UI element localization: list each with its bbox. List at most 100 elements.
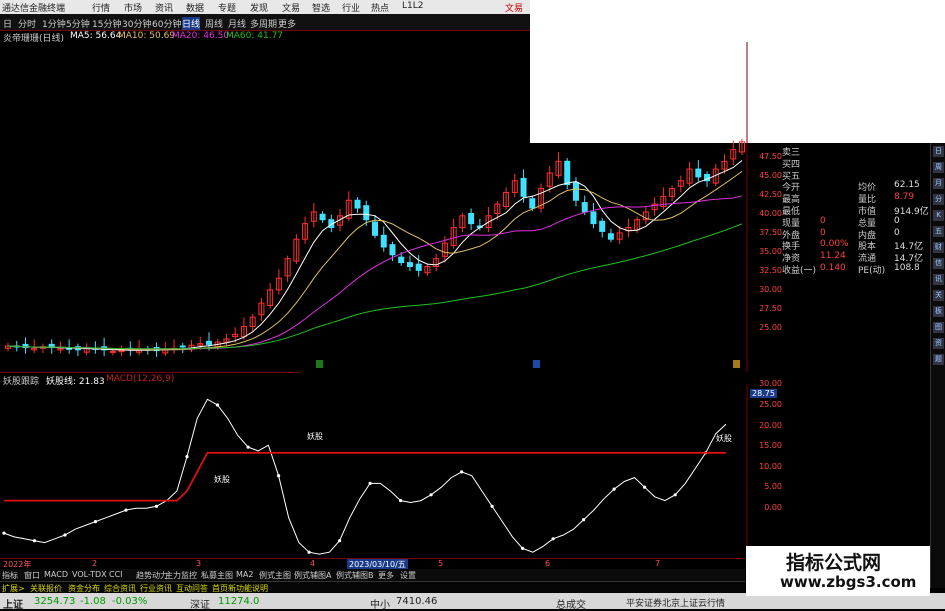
period-tab[interactable]: 5分钟	[66, 17, 90, 30]
menu-item[interactable]: 热点	[371, 1, 389, 14]
candle[interactable]	[205, 340, 212, 345]
indicator-tab[interactable]: MACD	[44, 570, 68, 579]
indicator-tab[interactable]: 更多	[378, 570, 394, 581]
indicator-tab[interactable]: 主力监控	[165, 570, 197, 581]
candle[interactable]	[468, 212, 475, 225]
candle[interactable]	[695, 168, 702, 178]
menu-item[interactable]: 发现	[250, 1, 268, 14]
ma-line-ma60	[7, 223, 743, 350]
candle[interactable]	[607, 233, 614, 240]
candle[interactable]	[564, 160, 571, 186]
quote-row: 买四	[782, 157, 928, 170]
yaogu-line	[3, 398, 727, 555]
menu-item-right[interactable]: 文易	[505, 1, 523, 14]
candle[interactable]	[389, 244, 396, 256]
yaogu-signal-label: 妖股	[214, 474, 230, 484]
candle[interactable]	[529, 198, 536, 209]
title-bar: 通达信金融终端 行情 市场 资讯 数据 专题 发现 文易 智选 行业 热点 L1…	[0, 0, 530, 14]
tool-button[interactable]: 财	[933, 242, 944, 253]
yaogu-point	[215, 403, 220, 407]
candle[interactable]	[599, 220, 606, 232]
indicator-tab[interactable]: MA2	[236, 570, 253, 579]
candlestick-chart[interactable]	[0, 42, 750, 372]
period-tab[interactable]: 15分钟	[92, 17, 121, 30]
menu-item[interactable]: 资讯	[155, 1, 173, 14]
yaogu-signal-label: 妖股	[716, 433, 732, 443]
period-tab[interactable]: 30分钟	[122, 17, 151, 30]
sz-index-value: 11274.0	[218, 596, 260, 607]
quote-cell: 0	[820, 215, 826, 226]
indicator-tab[interactable]: VOL-TDX	[72, 570, 107, 579]
candle[interactable]	[372, 221, 378, 236]
period-tab[interactable]: 月线	[228, 17, 246, 30]
axis-label: 45.00	[759, 171, 782, 180]
period-tab-active[interactable]: 日线	[182, 17, 201, 30]
menu-item[interactable]: 市场	[124, 1, 142, 14]
date-label: 3	[196, 559, 202, 568]
tool-button[interactable]: 板	[933, 306, 944, 317]
candle[interactable]	[406, 262, 413, 267]
menu-item[interactable]: 数据	[186, 1, 204, 14]
candle[interactable]	[581, 202, 588, 213]
tool-button[interactable]: K	[933, 210, 944, 221]
indicator-tab[interactable]: 例式辅图A	[294, 570, 331, 581]
tool-button[interactable]: 资	[933, 338, 944, 349]
yaogu-point	[32, 539, 37, 543]
menu-item[interactable]: 智选	[312, 1, 330, 14]
tool-button[interactable]: 图	[933, 322, 944, 333]
candle[interactable]	[179, 345, 186, 348]
tool-button[interactable]: 讯	[933, 274, 944, 285]
tool-button[interactable]: 信	[933, 258, 944, 269]
indicator-tab[interactable]: 例式辅图B	[336, 570, 374, 581]
axis-label: 0.00	[764, 503, 782, 512]
quote-cell: 0.140	[820, 263, 846, 273]
candle[interactable]	[363, 205, 370, 221]
tool-button[interactable]: 关	[933, 290, 944, 301]
menu-item[interactable]: 行业	[342, 1, 360, 14]
candle[interactable]	[572, 181, 579, 201]
period-tab[interactable]: 1分钟	[42, 17, 66, 30]
signal-marker	[533, 360, 540, 368]
candle[interactable]	[118, 350, 125, 353]
candle[interactable]	[590, 211, 597, 225]
tool-button[interactable]: 日	[933, 146, 944, 157]
candle[interactable]	[520, 177, 527, 197]
ma-info-bar: 炎帝珊珊(日线) MA5: 56.64 MA10: 50.69 MA20: 46…	[0, 30, 530, 44]
candle[interactable]	[398, 256, 405, 264]
menu-item[interactable]: 文易	[282, 1, 300, 14]
quote-row: 今开 均价 62.15	[782, 180, 928, 193]
indicator-tab[interactable]: 例式主图	[259, 570, 291, 581]
period-day-icon[interactable]: 日	[3, 17, 12, 30]
menu-item[interactable]: 专题	[218, 1, 236, 14]
tool-button[interactable]: 五	[933, 226, 944, 237]
candle[interactable]	[354, 199, 361, 209]
tool-button[interactable]: 周	[933, 162, 944, 173]
axis-label: 27.50	[759, 304, 782, 313]
tool-button[interactable]: 月	[933, 178, 944, 189]
period-tab[interactable]: 周线	[205, 17, 223, 30]
indicator-tab[interactable]: 指标	[2, 570, 18, 581]
quote-cell: 收益(一)	[782, 266, 817, 276]
quote-row: 净资 11.24 流通 14.7亿	[782, 251, 928, 264]
quote-row: 最高 量比 8.79	[782, 192, 928, 205]
indicator-tab[interactable]: 私募主图	[201, 570, 233, 581]
indicator-tab[interactable]: 设置	[400, 570, 416, 581]
candle[interactable]	[415, 263, 422, 271]
menu-item[interactable]: L1L2	[402, 1, 423, 11]
indicator-chart[interactable]: 妖股妖股 妖股	[0, 384, 750, 558]
menu-item[interactable]: 行情	[92, 1, 110, 14]
period-tab[interactable]: 60分钟	[152, 17, 181, 30]
period-tab[interactable]: 分时	[18, 17, 36, 30]
indicator-tab[interactable]: 窗口	[24, 570, 40, 581]
tool-button[interactable]: 分	[933, 194, 944, 205]
candle[interactable]	[319, 213, 326, 221]
indicator-tab[interactable]: CCI	[109, 570, 123, 579]
tool-button[interactable]: 题	[933, 354, 944, 365]
period-tab[interactable]: 多周期	[250, 17, 277, 30]
yaogu-point	[399, 499, 403, 503]
candle[interactable]	[109, 350, 116, 353]
candle[interactable]	[380, 234, 387, 248]
date-label: 7	[655, 559, 661, 568]
period-tab[interactable]: 更多	[278, 17, 296, 30]
indicator-tab[interactable]: 趋势动力	[136, 570, 168, 581]
